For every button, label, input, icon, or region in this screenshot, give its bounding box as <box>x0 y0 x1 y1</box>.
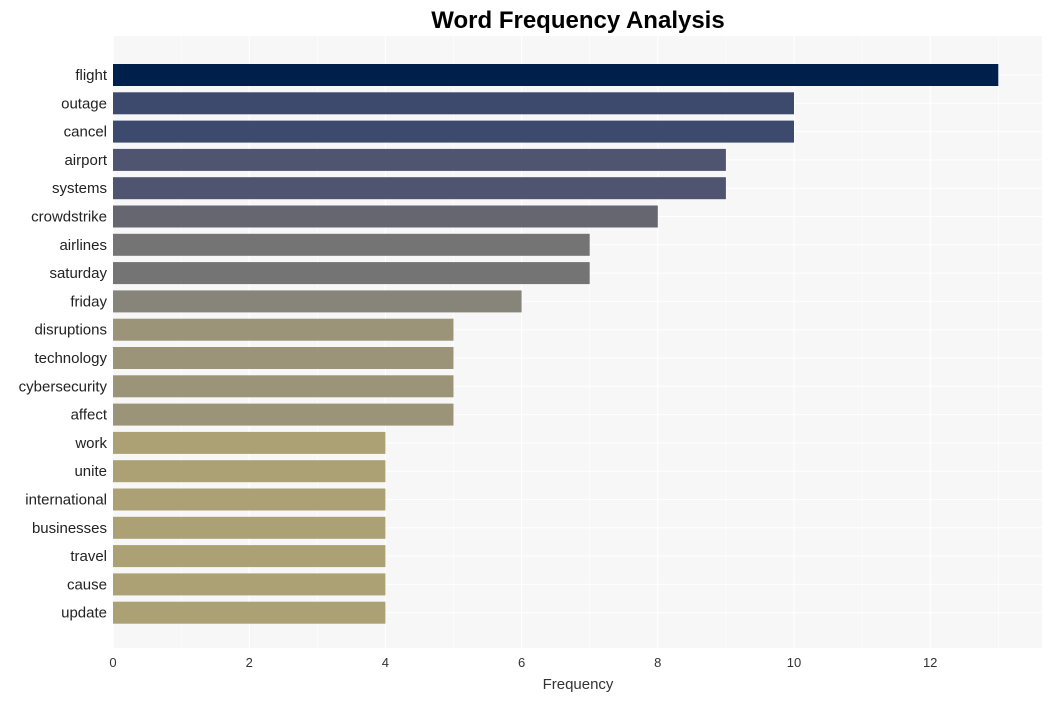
x-tick-label: 12 <box>923 655 937 670</box>
x-tick-label: 10 <box>787 655 801 670</box>
y-label-update: update <box>61 605 107 622</box>
y-label-technology: technology <box>34 350 107 367</box>
y-label-friday: friday <box>70 293 107 310</box>
y-label-flight: flight <box>75 67 108 84</box>
bar-work <box>113 431 386 454</box>
bar-flight <box>113 64 999 86</box>
bar-businesses <box>113 516 386 539</box>
x-tick-label: 4 <box>382 655 389 670</box>
word-frequency-chart: Word Frequency Analysis flight outage canc… <box>19 7 1042 693</box>
y-label-international: international <box>25 492 107 509</box>
y-label-affect: affect <box>71 407 108 424</box>
y-label-airport: airport <box>64 152 107 169</box>
chart-title: Word Frequency Analysis <box>431 7 724 34</box>
bar-unite <box>113 460 386 483</box>
bar-systems <box>113 177 726 200</box>
y-label-airlines: airlines <box>59 237 107 254</box>
x-tick-label: 2 <box>246 655 253 670</box>
y-label-cause: cause <box>67 576 107 593</box>
bar-update <box>113 601 386 624</box>
x-tick-label: 8 <box>654 655 661 670</box>
bar-disruptions <box>113 318 454 341</box>
bar-airport <box>113 148 726 171</box>
bar-cybersecurity <box>113 375 454 398</box>
bar-saturday <box>113 262 590 285</box>
bar-cause <box>113 573 386 596</box>
y-label-disruptions: disruptions <box>34 322 107 339</box>
x-axis-ticks: 0 2 4 6 8 10 12 <box>109 655 937 670</box>
y-label-businesses: businesses <box>32 520 107 537</box>
bar-crowdstrike <box>113 205 658 228</box>
x-axis-label: Frequency <box>543 676 614 693</box>
bar-technology <box>113 347 454 369</box>
y-label-systems: systems <box>52 180 107 197</box>
bar-cancel <box>113 120 794 143</box>
x-tick-label: 0 <box>109 655 116 670</box>
y-label-unite: unite <box>74 463 107 480</box>
bar-international <box>113 488 386 511</box>
y-label-saturday: saturday <box>49 265 107 282</box>
y-label-crowdstrike: crowdstrike <box>31 209 107 226</box>
y-label-cybersecurity: cybersecurity <box>19 378 108 395</box>
y-label-travel: travel <box>70 548 107 565</box>
x-tick-label: 6 <box>518 655 525 670</box>
y-axis-labels: flight outage cancel airport systems crowdstr… <box>19 67 108 622</box>
bar-outage <box>113 92 794 115</box>
y-label-work: work <box>74 435 107 452</box>
bar-travel <box>113 545 386 568</box>
bar-airlines <box>113 233 590 256</box>
y-label-cancel: cancel <box>64 124 107 141</box>
y-label-outage: outage <box>61 95 107 112</box>
bar-affect <box>113 403 454 426</box>
bar-friday <box>113 290 522 313</box>
